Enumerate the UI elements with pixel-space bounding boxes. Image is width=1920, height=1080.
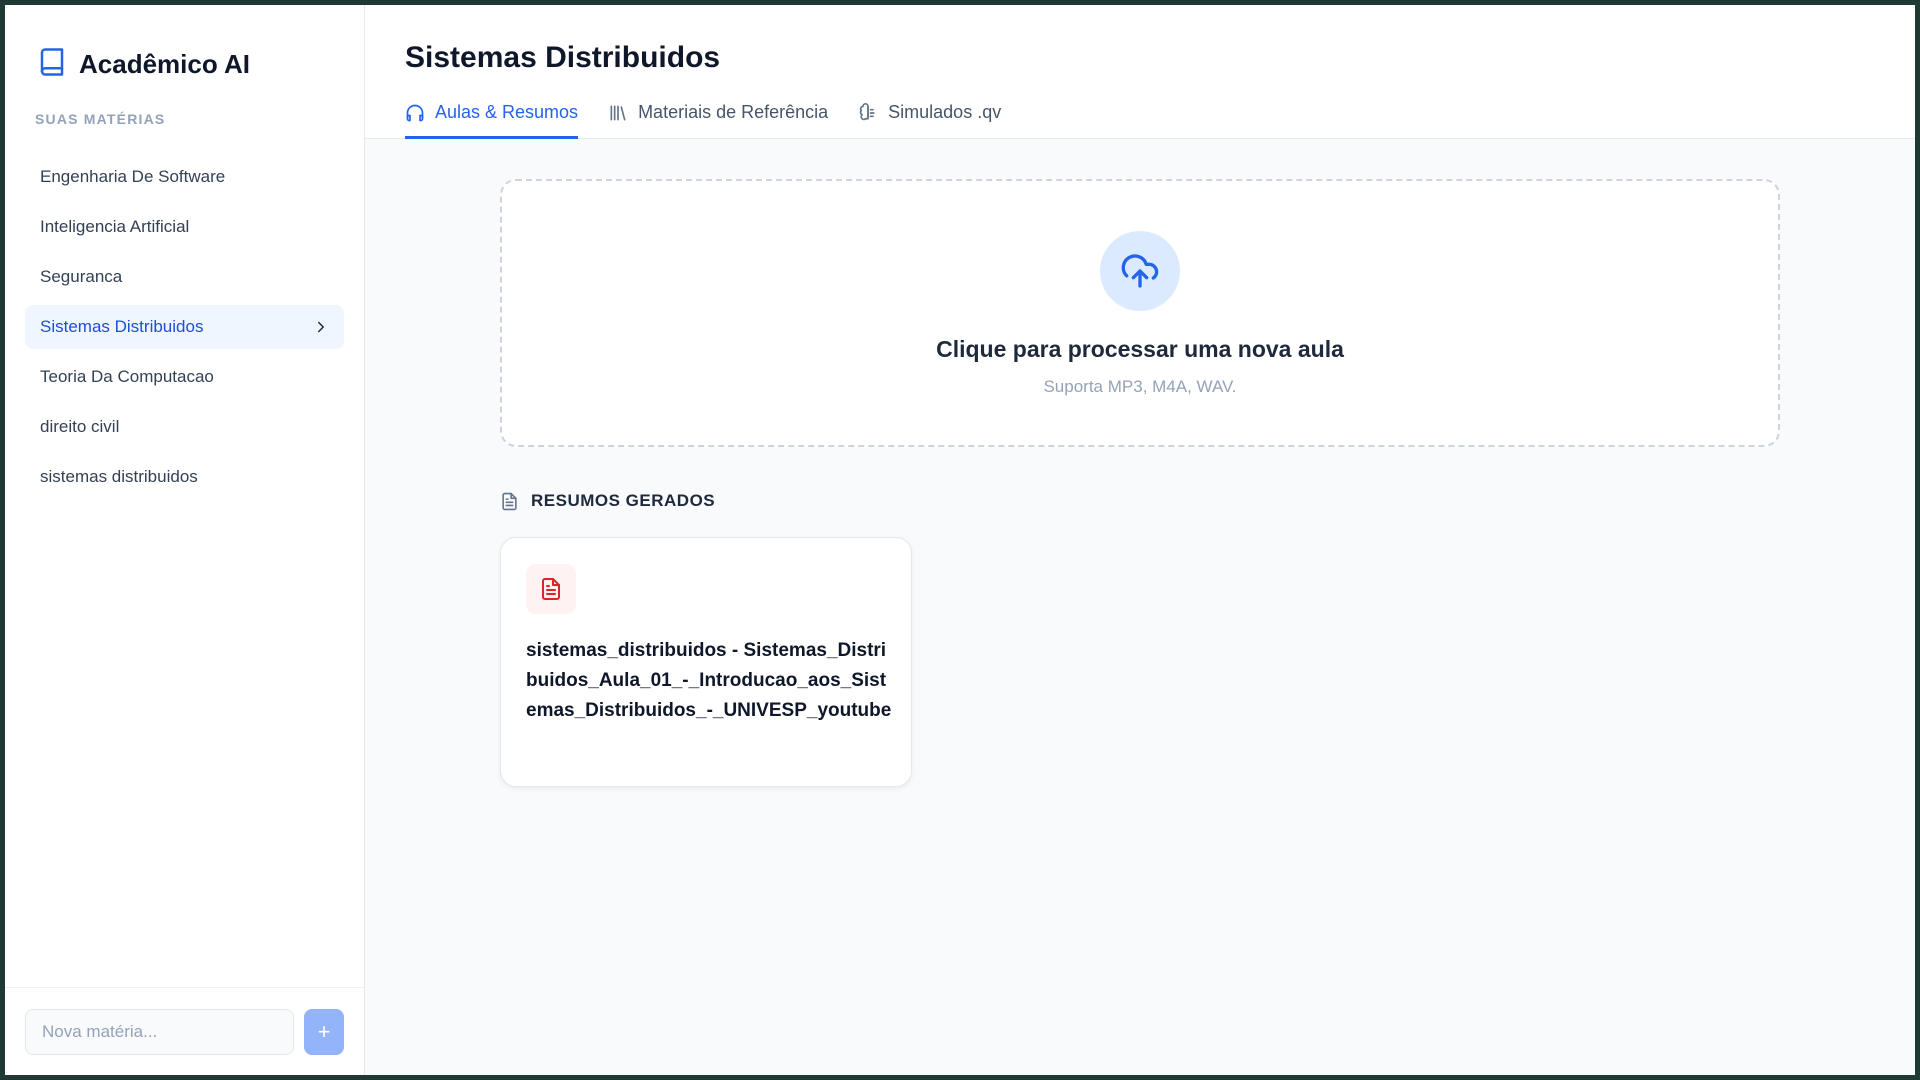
add-subject-button[interactable]: + <box>304 1008 344 1055</box>
tab-label: Materiais de Referência <box>638 102 829 122</box>
sidebar-item-label: Inteligencia Artificial <box>40 217 190 236</box>
tab-label: Aulas & Resumos <box>435 102 579 122</box>
sidebar-item-label: Engenharia De Software <box>40 167 226 186</box>
summary-card[interactable]: sistemas_distribuidos - Sistemas_Distrib… <box>500 537 912 787</box>
upload-title: Clique para processar uma nova aula <box>936 336 1344 362</box>
sidebar-item-direito-civil[interactable]: direito civil <box>25 405 344 449</box>
sidebar-item-label: Seguranca <box>40 267 123 286</box>
summary-card-title: sistemas_distribuidos - Sistemas_Distrib… <box>526 640 892 721</box>
sidebar-item-label: sistemas distribuidos <box>40 467 198 486</box>
sidebar-item-label: Teoria Da Computacao <box>40 367 214 386</box>
plus-icon: + <box>317 1018 331 1044</box>
upload-icon-circle <box>1100 231 1180 311</box>
document-icon <box>502 492 517 510</box>
sidebar-item-label: direito civil <box>40 417 120 436</box>
upload-dropzone[interactable]: Clique para processar uma nova aula Supo… <box>500 179 1780 447</box>
summaries-heading-label: RESUMOS GERADOS <box>531 491 716 510</box>
sidebar-item-engenharia-de-software[interactable]: Engenharia De Software <box>25 155 344 199</box>
cloud-upload-icon <box>1121 254 1159 288</box>
upload-subtitle: Suporta MP3, M4A, WAV. <box>1043 377 1237 396</box>
app-window: Acadêmico AI SUAS MATÉRIAS Engenharia De… <box>5 5 1915 1075</box>
sidebar-item-teoria-da-computacao[interactable]: Teoria Da Computacao <box>25 355 344 399</box>
library-icon <box>610 105 626 120</box>
app-name: Acadêmico AI <box>79 48 250 79</box>
content-area: Clique para processar uma nova aula Supo… <box>365 139 1915 787</box>
sidebar-item-sistemas-distribuidos-lower[interactable]: sistemas distribuidos <box>25 455 344 499</box>
headphones-icon <box>406 104 424 121</box>
sidebar: Acadêmico AI SUAS MATÉRIAS Engenharia De… <box>5 5 365 1075</box>
tab-simulados[interactable]: Simulados .qv <box>858 93 1001 139</box>
page-header: Sistemas Distribuidos Aulas & Resumos Ma… <box>365 5 1915 139</box>
subjects-section-label: SUAS MATÉRIAS <box>35 111 166 127</box>
book-icon <box>37 47 67 82</box>
summaries-heading: RESUMOS GERADOS <box>500 489 1915 513</box>
main-content: Sistemas Distribuidos Aulas & Resumos Ma… <box>365 5 1915 1075</box>
sidebar-item-seguranca[interactable]: Seguranca <box>25 255 344 299</box>
new-subject-input[interactable] <box>25 1008 294 1055</box>
tab-bar: Aulas & Resumos Materiais de Referência … <box>405 93 1915 139</box>
new-subject-form: + <box>5 987 364 1075</box>
file-text-icon <box>542 578 560 600</box>
sidebar-item-inteligencia-artificial[interactable]: Inteligencia Artificial <box>25 205 344 249</box>
sidebar-item-label: Sistemas Distribuidos <box>40 317 204 336</box>
sidebar-item-sistemas-distribuidos[interactable]: Sistemas Distribuidos <box>25 305 344 349</box>
subjects-list: Engenharia De Software Inteligencia Arti… <box>5 145 364 987</box>
tab-label: Simulados .qv <box>888 102 1002 122</box>
brain-icon <box>859 102 875 120</box>
file-icon-box <box>526 564 576 614</box>
chevron-right-icon <box>318 321 324 333</box>
tab-aulas-resumos[interactable]: Aulas & Resumos <box>405 93 579 139</box>
page-title: Sistemas Distribuidos <box>405 41 721 74</box>
brand: Acadêmico AI <box>5 5 364 89</box>
tab-materiais-referencia[interactable]: Materiais de Referência <box>608 93 828 139</box>
